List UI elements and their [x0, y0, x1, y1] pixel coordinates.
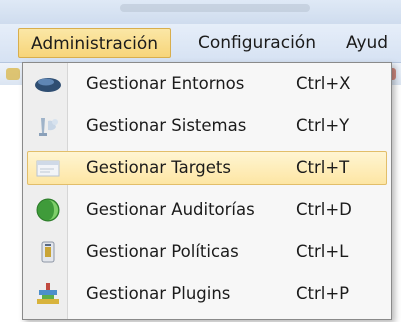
- menu-item-gestionar-auditorias[interactable]: Gestionar Auditorías Ctrl+D: [27, 193, 387, 227]
- menu-item-gestionar-politicas[interactable]: Gestionar Políticas Ctrl+L: [27, 235, 387, 269]
- menu-item-gestionar-sistemas[interactable]: Gestionar Sistemas Ctrl+Y: [27, 109, 387, 143]
- menu-item-label: Gestionar Plugins: [86, 284, 231, 303]
- menu-item-shortcut: Ctrl+X: [296, 74, 351, 93]
- toolbar-icon[interactable]: [6, 68, 20, 80]
- menu-item-shortcut: Ctrl+L: [296, 242, 349, 261]
- menu-item-label: Gestionar Sistemas: [86, 116, 247, 135]
- window-background: [0, 322, 401, 336]
- menu-ayuda[interactable]: Ayud: [334, 28, 400, 58]
- systems-icon: [34, 113, 62, 139]
- menu-item-label: Gestionar Políticas: [86, 242, 239, 261]
- targets-icon: [34, 155, 62, 181]
- policies-icon: [34, 239, 62, 265]
- environment-icon: [34, 71, 62, 97]
- blurred-title: [120, 4, 310, 12]
- audits-icon: [34, 197, 62, 223]
- menu-item-gestionar-plugins[interactable]: Gestionar Plugins Ctrl+P: [27, 277, 387, 311]
- menu-item-shortcut: Ctrl+P: [296, 284, 350, 303]
- menu-bar: Administración Configuración Ayud: [0, 24, 401, 63]
- administracion-dropdown: Gestionar Entornos Ctrl+X Gestionar Sist…: [22, 62, 392, 320]
- menu-item-label: Gestionar Targets: [86, 158, 231, 177]
- menu-item-shortcut: Ctrl+D: [296, 200, 352, 219]
- menu-item-gestionar-entornos[interactable]: Gestionar Entornos Ctrl+X: [27, 67, 387, 101]
- menu-item-label: Gestionar Auditorías: [86, 200, 255, 219]
- menu-administracion[interactable]: Administración: [18, 28, 172, 58]
- menu-item-label: Gestionar Entornos: [86, 74, 245, 93]
- menu-item-gestionar-targets[interactable]: Gestionar Targets Ctrl+T: [27, 151, 387, 185]
- menu-configuracion[interactable]: Configuración: [186, 28, 328, 58]
- menu-item-shortcut: Ctrl+Y: [296, 116, 350, 135]
- window-title-area: [0, 0, 401, 24]
- menu-item-shortcut: Ctrl+T: [296, 158, 350, 177]
- plugins-icon: [34, 281, 62, 307]
